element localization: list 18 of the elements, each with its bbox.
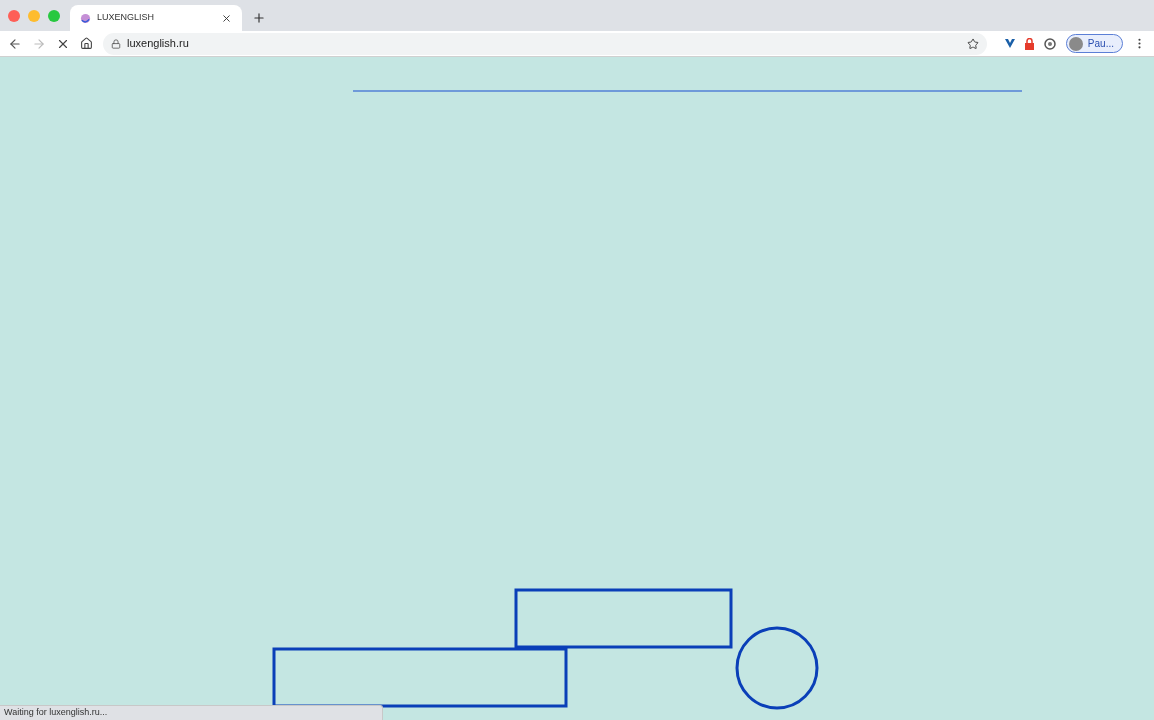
tab-title: LUXENGLISH bbox=[97, 11, 156, 25]
close-tab-icon[interactable] bbox=[221, 12, 232, 24]
browser-tab[interactable]: LUXENGLISH bbox=[70, 5, 242, 31]
bookmark-star-icon[interactable] bbox=[966, 37, 979, 50]
gauge-extension-icon[interactable] bbox=[1043, 37, 1056, 50]
profile-name: Pau... bbox=[1087, 37, 1114, 51]
address-bar[interactable]: luxenglish.ru bbox=[103, 32, 987, 55]
status-text: Waiting for luxenglish.ru... bbox=[4, 706, 108, 720]
profile-button[interactable]: Pau... bbox=[1065, 34, 1123, 53]
home-icon[interactable] bbox=[80, 37, 93, 50]
avatar-icon bbox=[1068, 36, 1083, 51]
site-logo-icon bbox=[80, 12, 91, 24]
new-tab-icon[interactable] bbox=[252, 11, 266, 25]
v-extension-icon[interactable] bbox=[1004, 39, 1015, 48]
lock-icon bbox=[111, 38, 121, 49]
back-icon[interactable] bbox=[8, 36, 22, 51]
lock-extension-icon[interactable] bbox=[1024, 37, 1034, 50]
url-text: luxenglish.ru bbox=[127, 36, 190, 52]
